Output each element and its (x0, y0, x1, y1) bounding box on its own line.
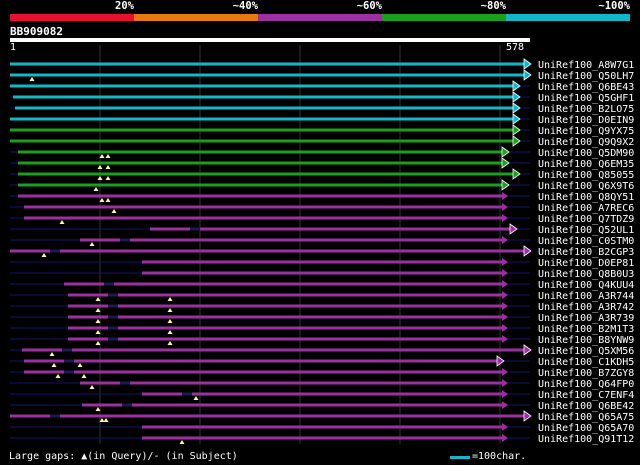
scale-line-icon (450, 456, 470, 459)
hit-arrow-icon (509, 223, 518, 235)
hit-label: UniRef100_Q4KUU4 (538, 280, 634, 291)
hit-arrow-icon (512, 91, 521, 103)
hit-arrow-icon (523, 410, 532, 422)
hit-label: UniRef100_Q64FP0 (538, 379, 634, 390)
query-gap-marker-icon (167, 308, 173, 312)
hit-arrow-icon (523, 344, 532, 356)
hit-arrow-icon (501, 157, 510, 169)
hit-arrow-icon (512, 124, 521, 136)
hit-label: UniRef100_D0EIN9 (538, 115, 634, 126)
hit-arrow-icon (502, 291, 508, 299)
hit-label: UniRef100_B2M1T3 (538, 324, 634, 335)
query-gap-marker-icon (105, 154, 111, 158)
hit-arrow-icon (502, 324, 508, 332)
hit-arrow-icon (502, 302, 508, 310)
query-gap-marker-icon (41, 253, 47, 257)
query-gap-marker-icon (103, 418, 109, 422)
query-gap-marker-icon (93, 187, 99, 191)
hit-label: UniRef100_C7ENF4 (538, 390, 634, 401)
hit-label: UniRef100_A3R744 (538, 291, 634, 302)
hit-label: UniRef100_Q5DM90 (538, 148, 634, 159)
hit-arrow-icon (501, 146, 510, 158)
query-gap-marker-icon (59, 220, 65, 224)
hit-label: UniRef100_D0EP81 (538, 258, 634, 269)
blast-hit-diagram: UniRef100_A8W7G1UniRef100_Q50LH7UniRef10… (10, 45, 634, 445)
hit-arrow-icon (502, 379, 508, 387)
hit-label: UniRef100_Q91T12 (538, 434, 634, 445)
hit-label: UniRef100_Q50LH7 (538, 71, 634, 82)
query-gap-marker-icon (89, 242, 95, 246)
hit-arrow-icon (523, 245, 532, 257)
hit-arrow-icon (502, 203, 508, 211)
hit-label: UniRef100_Q5XM56 (538, 346, 634, 357)
query-gap-marker-icon (167, 330, 173, 334)
hit-label: UniRef100_Q65A75 (538, 412, 634, 423)
hit-label: UniRef100_Q8B0U3 (538, 269, 634, 280)
hit-label: UniRef100_Q5GHF1 (538, 93, 634, 104)
query-gap-marker-icon (29, 77, 35, 81)
hit-arrow-icon (502, 192, 508, 200)
hit-label: UniRef100_C0STM0 (538, 236, 634, 247)
hit-label: UniRef100_Q6EM35 (538, 159, 634, 170)
hit-label: UniRef100_Q6X9T6 (538, 181, 634, 192)
hit-arrow-icon (502, 258, 508, 266)
hit-arrow-icon (502, 423, 508, 431)
query-gap-marker-icon (97, 165, 103, 169)
hit-label: UniRef100_Q8QY51 (538, 192, 634, 203)
hit-arrow-icon (512, 80, 521, 92)
query-gap-marker-icon (89, 385, 95, 389)
hit-arrow-icon (502, 434, 508, 442)
footer-gaps-legend: Large gaps: ▲(in Query)/- (in Subject) (9, 451, 238, 462)
hit-arrow-icon (502, 401, 508, 409)
hit-arrow-icon (502, 335, 508, 343)
query-gap-marker-icon (167, 319, 173, 323)
query-gap-marker-icon (55, 374, 61, 378)
hit-arrow-icon (512, 168, 521, 180)
query-gap-marker-icon (179, 440, 185, 444)
hit-arrow-icon (502, 390, 508, 398)
hit-arrow-icon (512, 102, 521, 114)
hit-label: UniRef100_Q65A70 (538, 423, 634, 434)
query-gap-marker-icon (193, 396, 199, 400)
hit-arrow-icon (502, 236, 508, 244)
footer-scale-text: =100char. (472, 451, 527, 462)
query-gap-marker-icon (77, 363, 83, 367)
hit-label: UniRef100_C1KDH5 (538, 357, 634, 368)
hit-label: UniRef100_B8YNW9 (538, 335, 634, 346)
hit-arrow-icon (502, 214, 508, 222)
hit-label: UniRef100_B7ZGY8 (538, 368, 634, 379)
hit-label: UniRef100_Q6BE42 (538, 401, 634, 412)
query-gap-marker-icon (49, 352, 55, 356)
query-gap-marker-icon (167, 341, 173, 345)
hit-arrow-icon (512, 113, 521, 125)
hit-label: UniRef100_Q9YX75 (538, 126, 634, 137)
query-gap-marker-icon (111, 209, 117, 213)
query-gap-marker-icon (167, 297, 173, 301)
hit-arrow-icon (502, 280, 508, 288)
query-gap-marker-icon (51, 363, 57, 367)
hit-arrow-icon (502, 269, 508, 277)
hit-arrow-icon (502, 313, 508, 321)
query-gap-marker-icon (105, 176, 111, 180)
hit-arrow-icon (512, 135, 521, 147)
hit-label: UniRef100_Q7TDZ9 (538, 214, 634, 225)
query-gap-marker-icon (105, 165, 111, 169)
hit-arrow-icon (523, 58, 532, 70)
hit-label: UniRef100_B2LO75 (538, 104, 634, 115)
hit-label: UniRef100_A8W7G1 (538, 60, 634, 71)
hit-label: UniRef100_Q85055 (538, 170, 634, 181)
hit-arrow-icon (523, 69, 532, 81)
hit-label: UniRef100_A7REC6 (538, 203, 634, 214)
hit-label: UniRef100_Q9Q9X2 (538, 137, 634, 148)
hit-arrow-icon (501, 179, 510, 191)
query-gap-marker-icon (81, 374, 87, 378)
query-gap-marker-icon (97, 176, 103, 180)
hit-label: UniRef100_B2CGP3 (538, 247, 634, 258)
query-gap-marker-icon (105, 198, 111, 202)
hit-arrow-icon (502, 368, 508, 376)
hit-label: UniRef100_Q6BE43 (538, 82, 634, 93)
hit-label: UniRef100_A3R742 (538, 302, 634, 313)
hit-label: UniRef100_A3R739 (538, 313, 634, 324)
hit-label: UniRef100_Q52UL1 (538, 225, 634, 236)
